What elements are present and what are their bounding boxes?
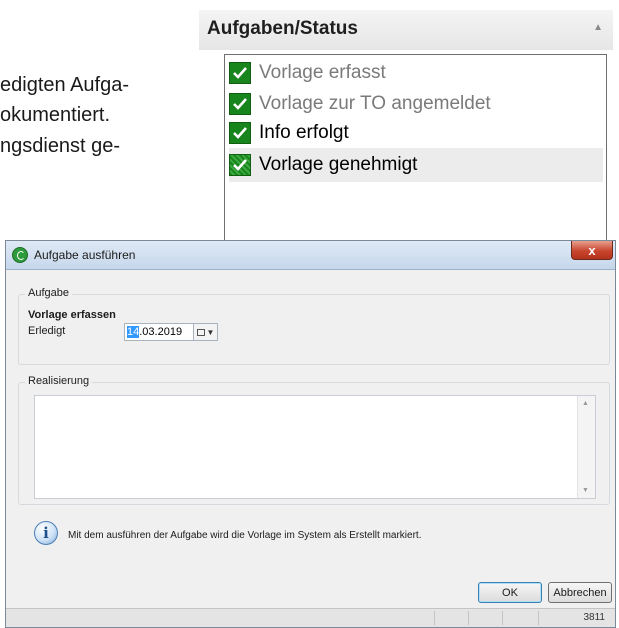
- realisierung-textarea[interactable]: ▲ ▼: [34, 395, 596, 499]
- task-name: Vorlage erfassen: [28, 309, 116, 321]
- task-item-selected[interactable]: Vorlage genehmigt: [229, 148, 603, 182]
- erledigt-date-input[interactable]: 14.03.2019: [124, 323, 194, 341]
- status-divider: [538, 611, 539, 625]
- task-label: Vorlage erfasst: [259, 62, 386, 83]
- date-day-selected: 14: [127, 326, 140, 338]
- status-divider: [434, 611, 435, 625]
- document-text-line: ngsdienst ge-: [0, 135, 121, 157]
- group-legend-realisierung: Realisierung: [25, 375, 93, 387]
- scroll-up-icon[interactable]: ▲: [582, 400, 589, 407]
- task-item[interactable]: Info erfolgt: [229, 119, 603, 147]
- info-icon: i: [34, 521, 58, 545]
- cancel-button[interactable]: Abbrechen: [548, 582, 612, 603]
- ok-button[interactable]: OK: [478, 582, 542, 603]
- erledigt-label: Erledigt: [28, 325, 66, 337]
- status-bar: 3811: [6, 608, 615, 627]
- vertical-scrollbar[interactable]: ▲ ▼: [577, 396, 595, 498]
- checkbox-checked-icon[interactable]: [229, 93, 251, 115]
- document-text-line: okumentiert.: [0, 104, 111, 126]
- group-legend-aufgabe: Aufgabe: [25, 287, 72, 299]
- panel-title: Aufgaben/Status: [207, 18, 358, 39]
- checkbox-checked-icon[interactable]: [229, 62, 251, 84]
- date-picker-button[interactable]: ▼: [194, 323, 218, 341]
- panel-header[interactable]: Aufgaben/Status ▲: [199, 10, 613, 50]
- document-text-line: edigten Aufga-: [0, 74, 129, 96]
- collapse-arrow-icon[interactable]: ▲: [593, 22, 603, 33]
- scroll-down-icon[interactable]: ▼: [582, 487, 589, 494]
- task-label: Vorlage zur TO angemeldet: [259, 93, 491, 114]
- task-label: Vorlage genehmigt: [259, 154, 418, 175]
- task-label: Info erfolgt: [259, 122, 349, 143]
- close-button[interactable]: x: [571, 241, 613, 260]
- status-code: 3811: [583, 612, 605, 623]
- status-divider: [502, 611, 503, 625]
- task-list: Vorlage erfasst Vorlage zur TO angemelde…: [224, 54, 607, 255]
- dialog-title: Aufgabe ausführen: [34, 248, 136, 262]
- app-logo-icon: [12, 247, 28, 263]
- calendar-icon: [196, 328, 205, 336]
- checkbox-checked-icon[interactable]: [229, 154, 251, 176]
- task-item[interactable]: Vorlage erfasst: [229, 59, 603, 87]
- checkbox-checked-icon[interactable]: [229, 122, 251, 144]
- info-message: Mit dem ausführen der Aufgabe wird die V…: [68, 530, 422, 541]
- tasks-status-panel: Aufgaben/Status ▲ Vorlage erfasst Vorlag…: [199, 10, 613, 255]
- dialog-titlebar[interactable]: Aufgabe ausführen x: [6, 241, 615, 270]
- aufgabe-group: Aufgabe: [18, 287, 610, 365]
- date-rest: .03.2019: [139, 326, 183, 338]
- task-item[interactable]: Vorlage zur TO angemeldet: [229, 90, 603, 118]
- chevron-down-icon: ▼: [206, 327, 215, 337]
- task-dialog: Aufgabe ausführen x Aufgabe Vorlage erfa…: [5, 240, 616, 628]
- status-divider: [468, 611, 469, 625]
